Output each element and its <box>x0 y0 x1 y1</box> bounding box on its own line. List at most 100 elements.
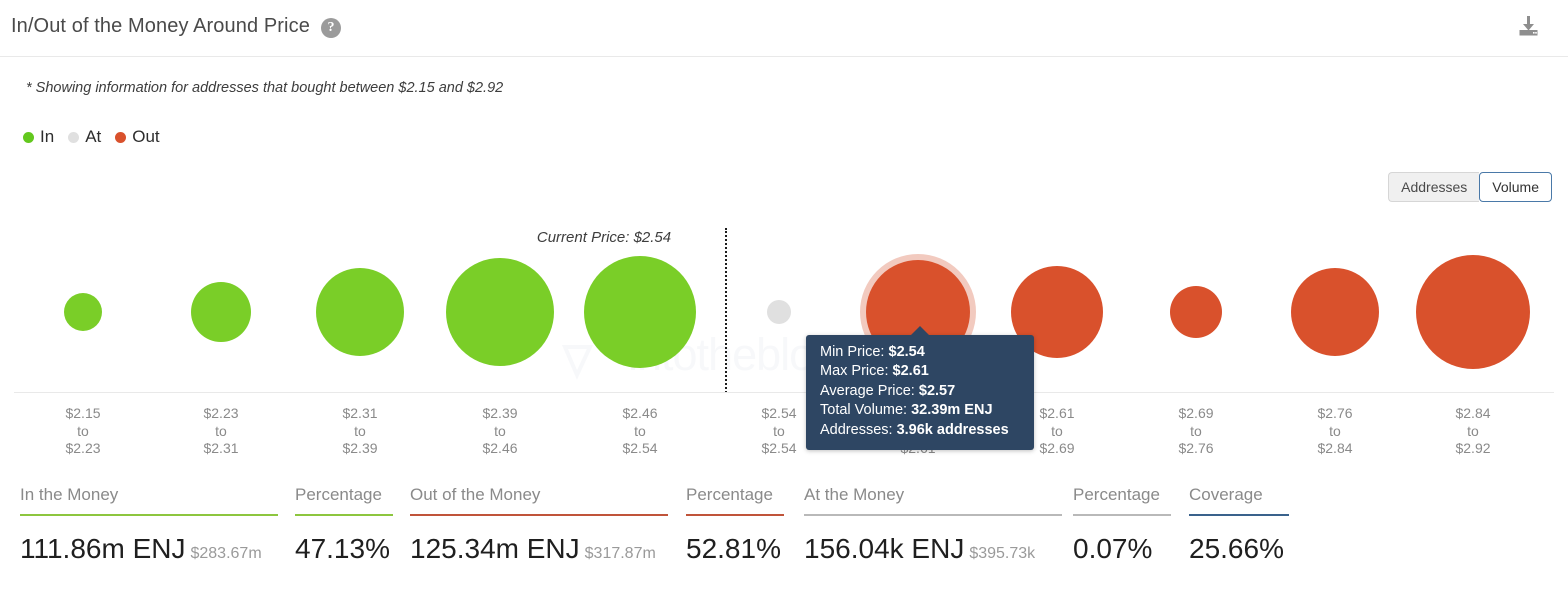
bubble-out-4[interactable] <box>1291 268 1379 356</box>
tooltip-label-addresses: Addresses: <box>820 422 893 438</box>
axis-label-9-min: $2.69 <box>1178 405 1213 421</box>
tooltip-value-min-price: $2.54 <box>889 344 925 360</box>
axis-label-11-max: $2.92 <box>1455 440 1490 456</box>
bubble-plot: intotheblock Current Price: $2.54 <box>0 205 1568 393</box>
stat-rule-in-the-money <box>20 514 278 516</box>
legend-dot-out-icon <box>115 132 126 143</box>
stat-sub-in-the-money: $283.67m <box>190 545 261 562</box>
chart-legend: In At Out <box>23 127 160 147</box>
card-header: In/Out of the Money Around Price ? <box>0 0 1568 57</box>
stat-rule-out-percentage <box>686 514 784 516</box>
tooltip-label-max-price: Max Price: <box>820 363 889 379</box>
bubble-out-5[interactable] <box>1416 255 1530 369</box>
legend-label-in: In <box>40 127 54 147</box>
axis-label-3-max: $2.39 <box>342 440 377 456</box>
axis-label-1-min: $2.15 <box>65 405 100 421</box>
bubble-tooltip: Min Price: $2.54 Max Price: $2.61 Averag… <box>806 335 1034 450</box>
stat-out-percentage: Percentage 52.81% <box>686 485 784 565</box>
axis-label-6: $2.54to$2.54 <box>761 405 796 458</box>
axis-label-6-min: $2.54 <box>761 405 796 421</box>
bubble-in-4[interactable] <box>446 258 554 366</box>
axis-label-5-min: $2.46 <box>622 405 657 421</box>
stat-label-at-percentage: Percentage <box>1073 485 1171 514</box>
axis-label-5-max: $2.54 <box>622 440 657 456</box>
axis-label-3-min: $2.31 <box>342 405 377 421</box>
stat-value-at-the-money-main: 156.04k ENJ <box>804 533 964 564</box>
stat-label-at-the-money: At the Money <box>804 485 1062 514</box>
bubble-in-5[interactable] <box>584 256 696 368</box>
axis-label-1-max: $2.23 <box>65 440 100 456</box>
stat-in-percentage: Percentage 47.13% <box>295 485 393 565</box>
axis-label-8: $2.61to$2.69 <box>1039 405 1074 458</box>
axis-label-11-min: $2.84 <box>1455 405 1490 421</box>
help-icon[interactable]: ? <box>321 18 341 38</box>
stat-value-out-of-the-money-main: 125.34m ENJ <box>410 533 580 564</box>
stat-label-out-of-the-money: Out of the Money <box>410 485 668 514</box>
axis-label-8-min: $2.61 <box>1039 405 1074 421</box>
axis-label-1: $2.15to$2.23 <box>65 405 100 458</box>
stat-value-in-the-money-main: 111.86m ENJ <box>20 533 185 564</box>
stat-value-in-the-money: 111.86m ENJ $283.67m <box>20 533 278 565</box>
axis-label-2-max: $2.31 <box>203 440 238 456</box>
axis-label-10: $2.76to$2.84 <box>1317 405 1352 458</box>
stat-out-of-the-money: Out of the Money 125.34m ENJ $317.87m <box>410 485 668 565</box>
tooltip-value-total-volume: 32.39m ENJ <box>911 402 992 418</box>
stat-rule-in-percentage <box>295 514 393 516</box>
axis-label-10-min: $2.76 <box>1317 405 1352 421</box>
axis-label-8-max: $2.69 <box>1039 440 1074 456</box>
bubble-out-3[interactable] <box>1170 286 1222 338</box>
stat-in-the-money: In the Money 111.86m ENJ $283.67m <box>20 485 278 565</box>
stat-value-in-percentage: 47.13% <box>295 533 393 565</box>
axis-label-5: $2.46to$2.54 <box>622 405 657 458</box>
stat-sub-at-the-money: $395.73k <box>969 545 1035 562</box>
tooltip-row-total-volume: Total Volume: 32.39m ENJ <box>820 401 1022 420</box>
tooltip-label-average-price: Average Price: <box>820 383 915 399</box>
axis-label-9: $2.69to$2.76 <box>1178 405 1213 458</box>
stat-rule-at-the-money <box>804 514 1062 516</box>
stat-sub-out-of-the-money: $317.87m <box>585 545 656 562</box>
stat-value-at-percentage: 0.07% <box>1073 533 1171 565</box>
axis-label-3: $2.31to$2.39 <box>342 405 377 458</box>
tooltip-value-average-price: $2.57 <box>919 383 955 399</box>
legend-item-at[interactable]: At <box>68 127 101 147</box>
metric-toggle-group: Addresses Volume <box>1388 172 1552 202</box>
bubble-in-2[interactable] <box>191 282 251 342</box>
axis-label-11: $2.84to$2.92 <box>1455 405 1490 458</box>
tooltip-value-max-price: $2.61 <box>893 363 929 379</box>
axis-label-2-min: $2.23 <box>203 405 238 421</box>
disclaimer-note: * Showing information for addresses that… <box>26 80 503 96</box>
axis-label-2: $2.23to$2.31 <box>203 405 238 458</box>
legend-item-in[interactable]: In <box>23 127 54 147</box>
plot-baseline <box>14 392 1554 393</box>
download-icon[interactable] <box>1514 13 1542 41</box>
tooltip-row-min-price: Min Price: $2.54 <box>820 343 1022 362</box>
legend-dot-at-icon <box>68 132 79 143</box>
page-title: In/Out of the Money Around Price <box>11 15 310 38</box>
axis-label-10-max: $2.84 <box>1317 440 1352 456</box>
stat-coverage: Coverage 25.66% <box>1189 485 1289 565</box>
tooltip-row-average-price: Average Price: $2.57 <box>820 382 1022 401</box>
stat-rule-out-of-the-money <box>410 514 668 516</box>
stat-label-in-the-money: In the Money <box>20 485 278 514</box>
bubble-at-1[interactable] <box>767 300 791 324</box>
stat-rule-coverage <box>1189 514 1289 516</box>
bubble-in-3[interactable] <box>316 268 404 356</box>
bubble-in-1[interactable] <box>64 293 102 331</box>
tooltip-row-max-price: Max Price: $2.61 <box>820 362 1022 381</box>
toggle-addresses-button[interactable]: Addresses <box>1388 172 1479 202</box>
stat-rule-at-percentage <box>1073 514 1171 516</box>
summary-stats: In the Money 111.86m ENJ $283.67m Percent… <box>0 485 1568 595</box>
tooltip-row-addresses: Addresses: 3.96k addresses <box>820 421 1022 440</box>
axis-label-4: $2.39to$2.46 <box>482 405 517 458</box>
stat-label-out-percentage: Percentage <box>686 485 784 514</box>
stat-value-at-the-money: 156.04k ENJ $395.73k <box>804 533 1062 565</box>
x-axis: $2.15to$2.23 $2.23to$2.31 $2.31to$2.39 $… <box>0 398 1568 468</box>
toggle-volume-button[interactable]: Volume <box>1479 172 1552 202</box>
current-price-annotation: Current Price: $2.54 <box>537 229 671 246</box>
tooltip-value-addresses: 3.96k addresses <box>897 422 1009 438</box>
tooltip-label-total-volume: Total Volume: <box>820 402 907 418</box>
current-price-line <box>725 228 727 393</box>
legend-item-out[interactable]: Out <box>115 127 159 147</box>
stat-at-the-money: At the Money 156.04k ENJ $395.73k <box>804 485 1062 565</box>
legend-label-out: Out <box>132 127 159 147</box>
